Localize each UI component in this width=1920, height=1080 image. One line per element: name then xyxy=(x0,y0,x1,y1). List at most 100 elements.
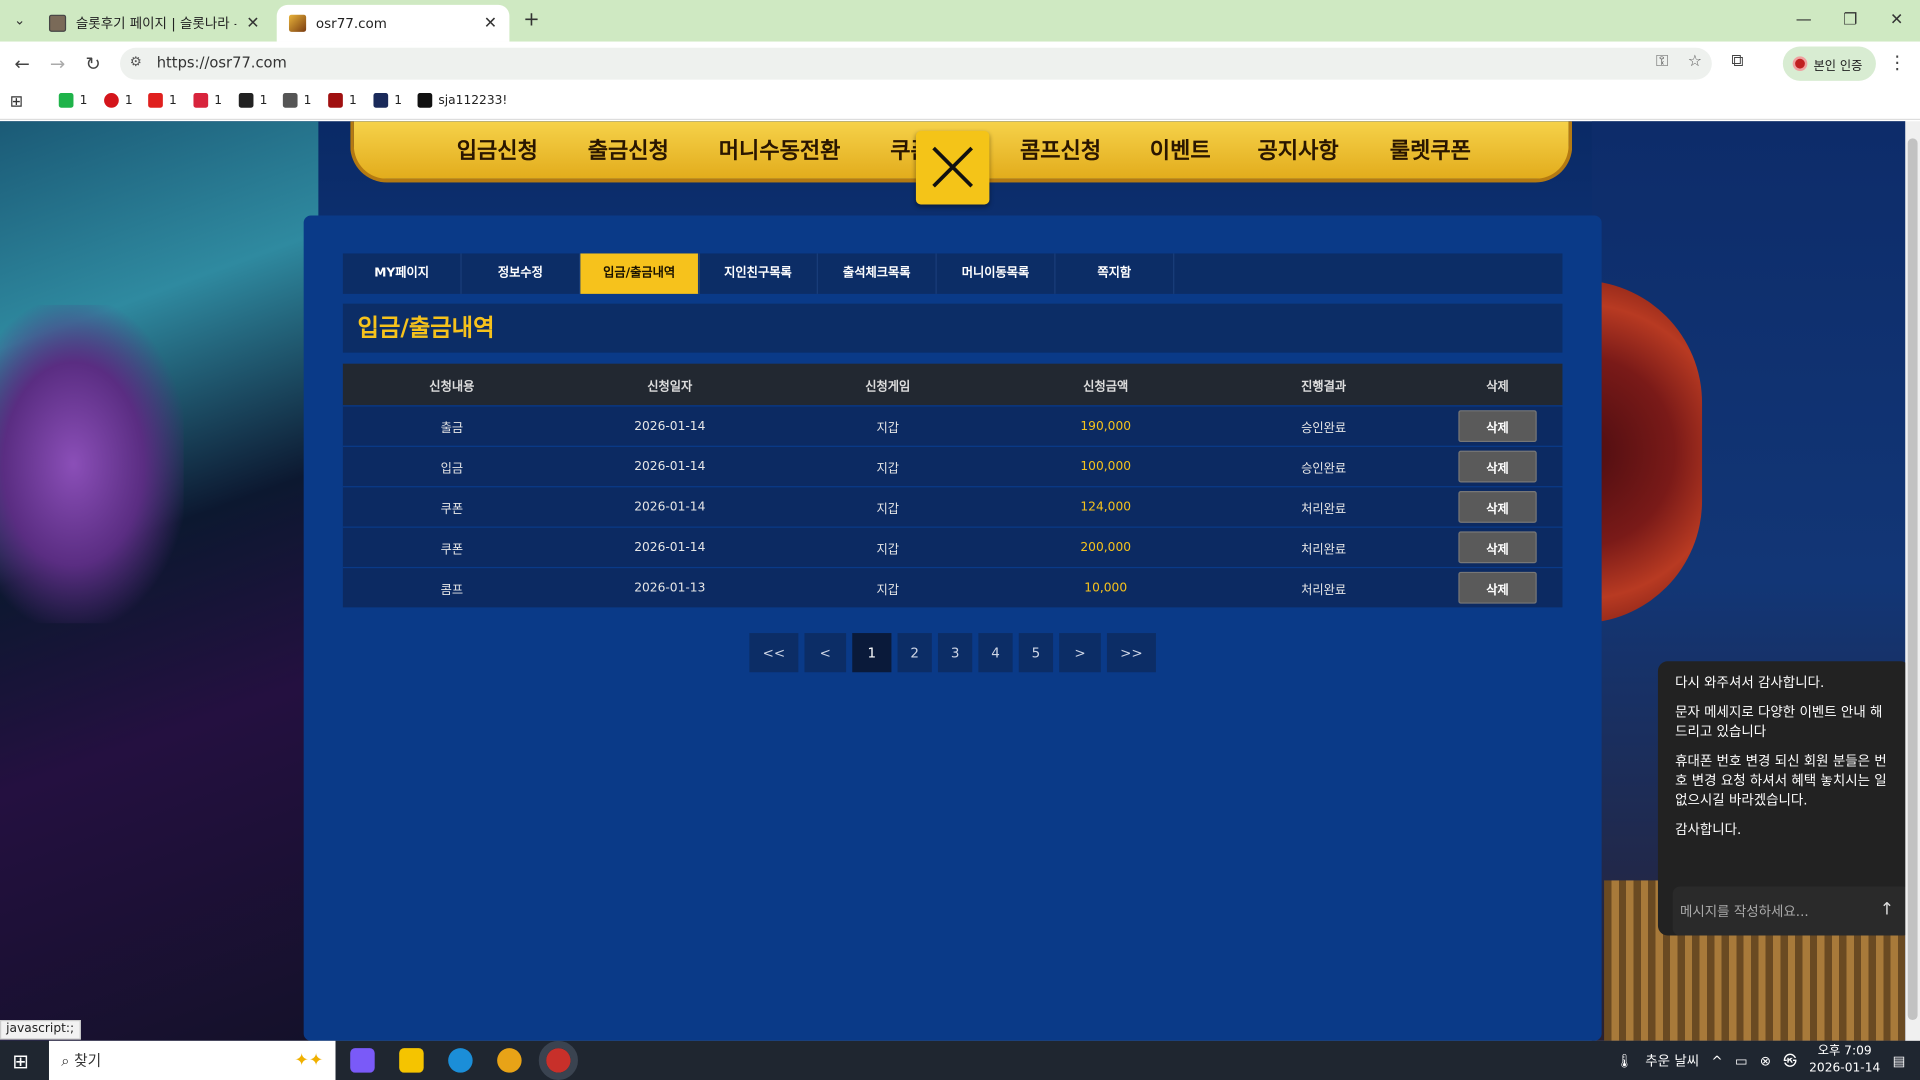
bookmark-item[interactable]: 1 xyxy=(238,93,267,108)
cell-type: 입금 xyxy=(440,462,464,476)
column-header: 신청금액 xyxy=(1083,380,1129,394)
windows-start-icon[interactable]: ⊞ xyxy=(12,1049,28,1072)
bookmark-item[interactable]: sja112233! xyxy=(417,93,507,108)
tab-close-icon[interactable]: ✕ xyxy=(484,14,497,32)
cell-type: 쿠폰 xyxy=(440,502,464,517)
page-scrollbar[interactable] xyxy=(1905,121,1920,1041)
bookmark-item[interactable]: 1 xyxy=(328,93,357,108)
next-page-button[interactable]: > xyxy=(1059,633,1101,673)
tab-inbox[interactable]: 쪽지함 xyxy=(1056,253,1175,294)
apps-grid-icon[interactable]: ⊞ xyxy=(10,93,23,111)
chat-input-box: ↑ xyxy=(1672,886,1911,936)
cell-result: 승인완료 xyxy=(1301,462,1347,476)
tab-friends[interactable]: 지인친구목록 xyxy=(699,253,818,294)
forward-icon[interactable]: → xyxy=(45,51,69,75)
bookmark-star-icon[interactable]: ☆ xyxy=(1688,53,1702,71)
sticky-notes-icon[interactable] xyxy=(399,1048,424,1073)
menu-roulette-coupon[interactable]: 룰렛쿠폰 xyxy=(1390,133,1471,165)
bookmark-icon xyxy=(193,93,209,108)
delete-button[interactable]: 삭제 xyxy=(1458,491,1537,523)
minimize-icon[interactable]: — xyxy=(1780,0,1827,42)
back-icon[interactable]: ← xyxy=(10,51,34,75)
cell-action: 삭제 xyxy=(1433,407,1563,446)
thermometer-icon: 🌡 xyxy=(1615,1052,1634,1069)
browser-menu-icon[interactable]: ⋮ xyxy=(1888,51,1906,73)
window-controls: — ❐ ✕ xyxy=(1780,0,1920,42)
tab-mypage[interactable]: MY페이지 xyxy=(343,253,462,294)
password-key-icon[interactable]: ⚿ xyxy=(1656,53,1668,71)
clock[interactable]: 오후 7:09 2026-01-14 xyxy=(1809,1043,1880,1077)
chat-message: 휴대폰 번호 변경 되신 회원 분들은 번호 변경 요청 하셔서 혜택 놓치시는… xyxy=(1675,753,1887,809)
copilot-icon[interactable] xyxy=(350,1048,375,1073)
delete-button[interactable]: 삭제 xyxy=(1458,450,1537,483)
history-table: 신청내용 신청일자 신청게임 신청금액 진행결과 삭제 출금 2026-01-1… xyxy=(342,363,1563,608)
verify-button[interactable]: 본인 인증 xyxy=(1782,46,1876,81)
bookmark-item[interactable]: 1 xyxy=(104,93,133,108)
page-button-4[interactable]: 4 xyxy=(978,633,1013,673)
bookmark-item[interactable]: 1 xyxy=(282,93,311,108)
menu-withdraw[interactable]: 출금신청 xyxy=(588,133,669,165)
taskbar-search[interactable]: ⌕ 찾기 ✦✦ xyxy=(48,1040,336,1080)
page-button-3[interactable]: 3 xyxy=(937,633,973,673)
profile-icon xyxy=(1792,56,1808,72)
page-button-1[interactable]: 1 xyxy=(852,633,892,673)
address-bar[interactable]: ⚙ https://osr77.com ⚿ ☆ xyxy=(120,47,1712,80)
bookmark-item[interactable]: 1 xyxy=(148,93,177,108)
first-page-button[interactable]: << xyxy=(749,633,799,673)
tab-favicon xyxy=(288,14,307,32)
tab-money-move[interactable]: 머니이동목록 xyxy=(937,253,1056,294)
tab-attendance[interactable]: 출석체크목록 xyxy=(818,253,937,294)
scroll-thumb[interactable] xyxy=(1907,138,1918,1021)
bookmarks-bar: ⊞ 1 1 1 1 1 1 1 1 sja112233! xyxy=(0,85,1920,121)
chat-message-input[interactable] xyxy=(1680,897,1864,925)
tab-close-icon[interactable]: ✕ xyxy=(246,14,259,32)
cell-amount: 200,000 xyxy=(1080,540,1132,555)
prev-page-button[interactable]: < xyxy=(804,633,847,673)
last-page-button[interactable]: >> xyxy=(1106,633,1156,673)
tab-edit-info[interactable]: 정보수정 xyxy=(462,253,581,294)
tab-list-button[interactable]: ⌄ xyxy=(7,9,31,33)
delete-button[interactable]: 삭제 xyxy=(1458,410,1537,443)
cell-game: 지갑 xyxy=(876,502,900,517)
reload-icon[interactable]: ↻ xyxy=(81,51,105,75)
cell-action: 삭제 xyxy=(1433,568,1563,607)
browser-tab-2[interactable]: osr77.com ✕ xyxy=(276,4,510,42)
tab-title: 슬롯후기 페이지 | 슬롯나라 - 2 xyxy=(75,15,237,32)
page-button-2[interactable]: 2 xyxy=(897,633,932,673)
site-info-icon[interactable]: ⚙ xyxy=(130,54,142,70)
extensions-icon[interactable]: ⧉ xyxy=(1731,51,1743,71)
page-button-5[interactable]: 5 xyxy=(1018,633,1054,673)
chrome-active-icon[interactable] xyxy=(538,1040,578,1080)
menu-money-transfer[interactable]: 머니수동전환 xyxy=(719,133,841,165)
bookmark-item[interactable]: 1 xyxy=(373,93,402,108)
tray-chevron-icon[interactable]: ^ xyxy=(1711,1052,1722,1068)
bookmark-item[interactable]: 1 xyxy=(193,93,222,108)
edge-browser-icon[interactable] xyxy=(448,1048,473,1073)
close-window-icon[interactable]: ✕ xyxy=(1873,0,1920,42)
delete-button[interactable]: 삭제 xyxy=(1458,571,1537,604)
restore-icon[interactable]: ❐ xyxy=(1827,0,1874,42)
delete-button[interactable]: 삭제 xyxy=(1458,531,1537,564)
menu-event[interactable]: 이벤트 xyxy=(1150,133,1211,165)
menu-deposit[interactable]: 입금신청 xyxy=(457,133,538,165)
close-icon[interactable] xyxy=(915,131,990,205)
sound-mute-icon[interactable]: ⊗ xyxy=(1760,1052,1771,1068)
tab-transaction-history[interactable]: 입금/출금내역 xyxy=(580,253,700,294)
table-header: 신청내용 신청일자 신청게임 신청금액 진행결과 삭제 xyxy=(342,363,1563,406)
chrome-icon[interactable] xyxy=(497,1048,522,1073)
cell-date: 2026-01-14 xyxy=(634,419,706,433)
menu-comp[interactable]: 콤프신청 xyxy=(1020,133,1101,165)
bookmark-item[interactable]: 1 xyxy=(58,93,87,108)
notification-icon[interactable]: ▤ xyxy=(1893,1052,1906,1068)
new-tab-button[interactable]: + xyxy=(519,7,543,31)
url-text[interactable]: https://osr77.com xyxy=(157,54,287,71)
bookmark-icon xyxy=(58,93,74,108)
send-arrow-icon[interactable]: ↑ xyxy=(1876,899,1898,921)
browser-tab-1[interactable]: 슬롯후기 페이지 | 슬롯나라 - 2 ✕ xyxy=(37,5,272,42)
bookmark-icon xyxy=(238,93,254,108)
tab-title: osr77.com xyxy=(315,15,387,32)
network-icon[interactable]: ▭ xyxy=(1735,1052,1748,1068)
weather-label[interactable]: 추운 날씨 xyxy=(1645,1051,1699,1071)
ime-icon[interactable]: ㉿ xyxy=(1783,1051,1796,1071)
menu-notice[interactable]: 공지사항 xyxy=(1258,133,1339,165)
